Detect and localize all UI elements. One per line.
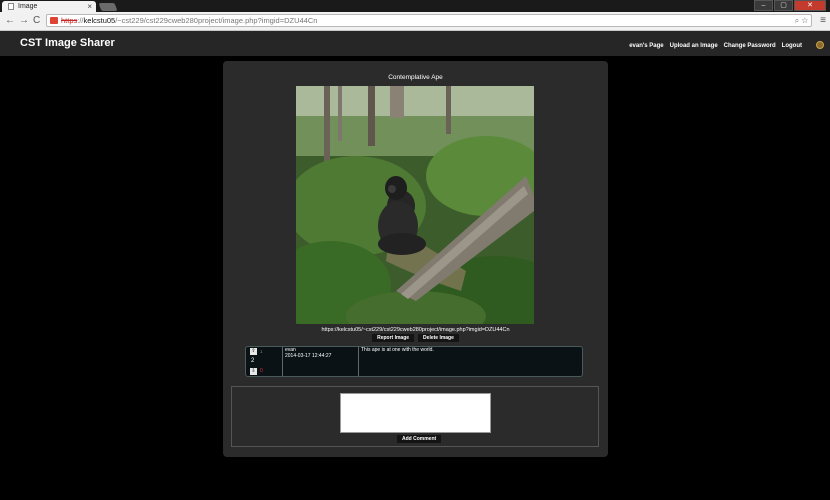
url-scheme: https [61,16,78,25]
menu-icon[interactable]: ≡ [820,15,826,27]
image-panel: Contemplative Ape https://kelcstu05/~cst… [223,61,608,457]
browser-toolbar: ← → C https://kelcstu05/~cst229/cst229cw… [0,12,830,31]
vote-column: ⇧ 1 2 ⇩ 0 [246,347,283,376]
comment-date: 2014-03-17 12:44:27 [285,353,332,359]
comment: ⇧ 1 2 ⇩ 0 evan 2014-03-17 12:44:27 This … [245,346,583,377]
report-image-button[interactable]: Report Image [372,334,415,342]
site-header: CST Image Sharer evan's Page Upload an I… [0,31,830,56]
url-path: /~cst229/cst229cweb280project/image.php?… [115,16,318,25]
tab-title: Image [18,3,38,10]
minimize-button[interactable]: – [754,0,773,11]
new-comment-form: Add Comment [231,386,599,447]
site-title[interactable]: CST Image Sharer [20,37,115,49]
upvote-arrow-icon[interactable]: ⇧ [250,348,257,355]
browser-titlebar: Image × – ▢ ✕ [0,0,830,12]
address-url[interactable]: https://kelcstu05/~cst229/cst229cweb280p… [61,15,317,26]
comment-score: 2 [251,358,255,364]
site-nav: evan's Page Upload an Image Change Passw… [629,43,802,49]
close-window-button[interactable]: ✕ [794,0,826,11]
window-controls: – ▢ ✕ [753,0,826,11]
nav-upload-image[interactable]: Upload an Image [670,43,718,49]
image-actions: Report Image Delete Image [223,334,608,342]
maximize-button[interactable]: ▢ [774,0,793,11]
upvote-count: 1 [260,349,263,354]
downvote-count: 0 [260,368,263,374]
nav-logout[interactable]: Logout [782,43,802,49]
user-avatar-icon[interactable] [816,41,824,49]
comment-meta: evan 2014-03-17 12:44:27 [283,347,359,376]
add-comment-button[interactable]: Add Comment [397,435,442,443]
image-url: https://kelcstu05/~cst229/cst229cweb280p… [321,327,510,333]
address-bar[interactable]: https://kelcstu05/~cst229/cst229cweb280p… [46,14,812,27]
comment-input[interactable] [340,393,491,433]
comment-text: This ape is at one with the world. [361,347,434,353]
reload-icon[interactable]: C [33,15,40,27]
browser-tab[interactable]: Image × [2,1,96,12]
insecure-lock-icon[interactable] [50,17,58,24]
nav-change-password[interactable]: Change Password [724,43,776,49]
url-host: kelcstu05 [83,16,116,25]
forward-icon[interactable]: → [19,15,29,27]
delete-image-button[interactable]: Delete Image [418,334,459,342]
back-icon[interactable]: ← [5,15,15,27]
tab-close-icon[interactable]: × [87,1,92,12]
search-star-icons[interactable]: ⌕ ☆ [795,15,808,26]
nav-user-page[interactable]: evan's Page [629,43,663,49]
page-icon [8,3,14,10]
new-tab-button[interactable] [98,3,118,11]
image-photo [296,86,534,324]
image-title: Contemplative Ape [388,74,443,81]
downvote-arrow-icon[interactable]: ⇩ [250,368,257,375]
